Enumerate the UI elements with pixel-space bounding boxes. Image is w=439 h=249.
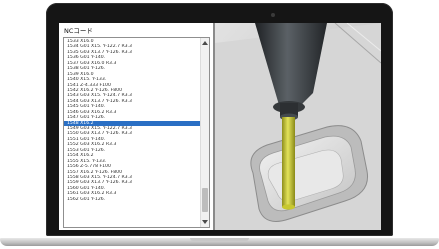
nc-code-listbox[interactable]: 1533 X16.0 1534 G01 X15. Y-122.7 R3.3 1535… <box>63 37 210 228</box>
scroll-thumb[interactable] <box>202 188 208 212</box>
vertical-scrollbar[interactable] <box>200 38 209 227</box>
end-mill-bit <box>282 117 295 210</box>
app-screen: NCコード 1533 X16.0 1534 G01 X15. Y-122.7 R3… <box>59 23 381 230</box>
laptop-notch <box>190 238 249 241</box>
machining-scene <box>215 23 381 230</box>
code-lines: 1533 X16.0 1534 G01 X15. Y-122.7 R3.3 1535… <box>64 39 200 202</box>
scroll-up-icon[interactable] <box>202 41 208 45</box>
simulation-viewport[interactable] <box>215 23 381 230</box>
code-line[interactable]: 1562 G01 Y-126. <box>64 197 200 202</box>
laptop-mockup: NCコード 1533 X16.0 1534 G01 X15. Y-122.7 R3… <box>0 0 439 249</box>
panel-title: NCコード <box>64 27 93 35</box>
webcam <box>271 13 275 17</box>
nc-code-panel: NCコード 1533 X16.0 1534 G01 X15. Y-122.7 R3… <box>59 23 215 230</box>
scroll-down-icon[interactable] <box>202 220 208 224</box>
